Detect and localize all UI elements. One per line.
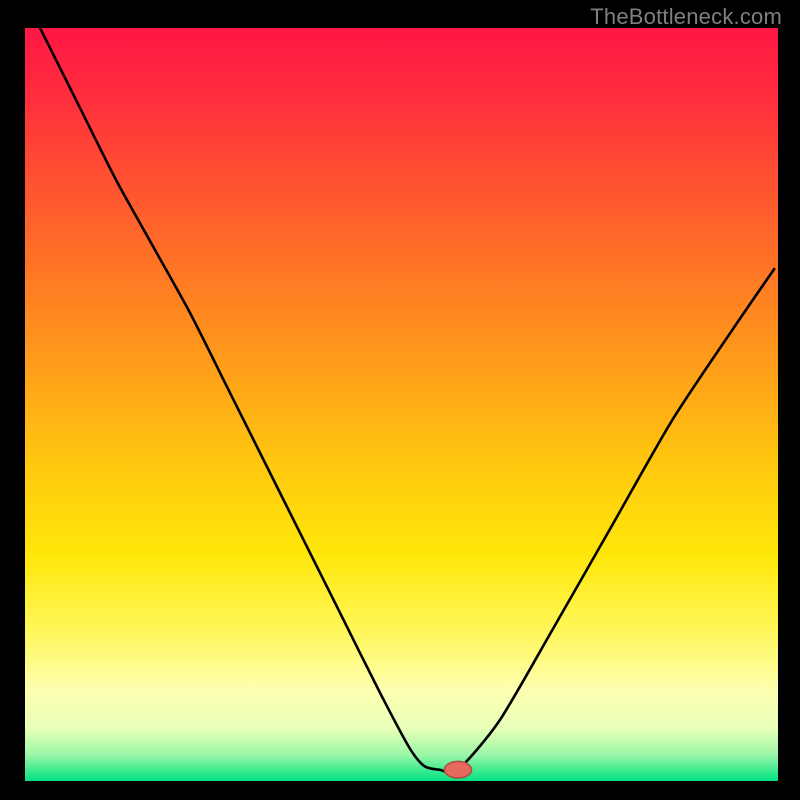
- plot-background: [25, 28, 778, 781]
- chart-frame: TheBottleneck.com: [0, 0, 800, 800]
- bottleneck-chart: [0, 0, 800, 800]
- watermark-label: TheBottleneck.com: [590, 4, 782, 30]
- optimal-point-marker: [444, 761, 471, 778]
